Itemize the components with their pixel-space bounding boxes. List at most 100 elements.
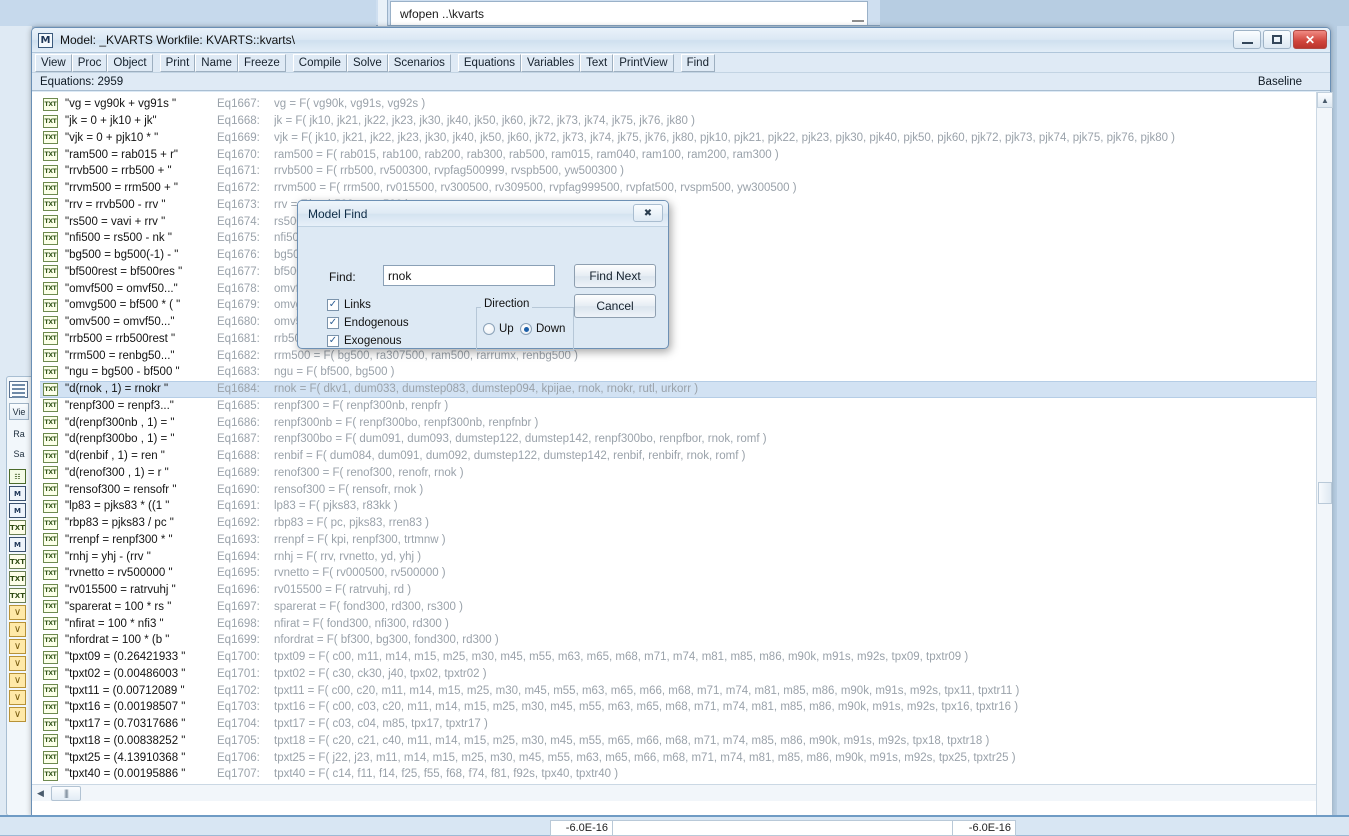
find-dialog-close-icon[interactable]: ✖ <box>633 204 663 222</box>
table-row[interactable]: TXT"rrvb500 = rrb500 + "Eq1671:rrvb500 =… <box>40 163 1316 180</box>
toolbar-button-view[interactable]: View <box>35 54 72 72</box>
table-row[interactable]: TXT"rbp83 = pjks83 / pc "Eq1692:rbp83 = … <box>40 515 1316 532</box>
horizontal-scrollbar[interactable]: ◀ ||| <box>32 784 1316 801</box>
equation-expression: rensof300 = F( rensofr, rnok ) <box>274 484 1316 496</box>
spreadsheet-icon[interactable] <box>9 381 28 398</box>
text-object-icon[interactable]: TXT <box>9 520 26 535</box>
horizontal-scroll-thumb[interactable]: ||| <box>51 786 81 801</box>
radio-direction-up[interactable]: Up <box>483 323 514 335</box>
close-button[interactable]: ✕ <box>1293 30 1327 49</box>
model-object-icon[interactable]: M <box>9 486 26 501</box>
command-line-input[interactable]: wfopen ..\kvarts <box>390 1 868 25</box>
toolbar-button-proc[interactable]: Proc <box>72 54 108 72</box>
table-row[interactable]: TXT"tpxt25 = (4.13910368 "Eq1706:tpxt25 … <box>40 749 1316 766</box>
toolbar-button-printview[interactable]: PrintView <box>613 54 673 72</box>
table-row[interactable]: TXT"rvnetto = rv500000 "Eq1695:rvnetto =… <box>40 565 1316 582</box>
equation-id: Eq1707: <box>217 768 274 780</box>
vertical-scroll-thumb[interactable] <box>1318 482 1332 504</box>
radio-direction-down[interactable]: Down <box>520 323 565 335</box>
series-object-icon[interactable]: ∨ <box>9 673 26 688</box>
table-row[interactable]: TXT"nfirat = 100 * nfi3 "Eq1698:nfirat =… <box>40 615 1316 632</box>
equation-expression: vjk = F( jk10, jk21, jk22, jk23, jk30, j… <box>274 132 1316 144</box>
equation-list[interactable]: TXT"vg = vg90k + vg91s "Eq1667:vg = F( v… <box>40 96 1316 786</box>
toolbar-button-name[interactable]: Name <box>195 54 238 72</box>
model-object-icon[interactable]: M <box>9 503 26 518</box>
text-object-icon[interactable]: TXT <box>9 571 26 586</box>
scroll-left-arrow[interactable]: ◀ <box>32 785 49 801</box>
table-row[interactable]: TXT"tpxt02 = (0.00486003 "Eq1701:tpxt02 … <box>40 666 1316 683</box>
table-row[interactable]: TXT"rs500 = vavi + rrv "Eq1674:rs500 = F… <box>40 213 1316 230</box>
checkbox-links[interactable]: ✓ Links <box>327 299 371 311</box>
table-row[interactable]: TXT"rv015500 = ratrvuhj "Eq1696:rv015500… <box>40 582 1316 599</box>
equation-expression: rnok = F( dkv1, dum033, dumstep083, dums… <box>274 383 1316 395</box>
table-row[interactable]: TXT"d(renbif , 1) = ren "Eq1688:renbif =… <box>40 448 1316 465</box>
text-object-icon: TXT <box>43 148 58 161</box>
maximize-button[interactable] <box>1263 30 1291 49</box>
series-object-icon[interactable]: ∨ <box>9 622 26 637</box>
grid-object-icon[interactable]: ☷ <box>9 469 26 484</box>
equation-name: "bg500 = bg500(-1) - " <box>65 249 217 261</box>
series-object-icon[interactable]: ∨ <box>9 656 26 671</box>
table-row[interactable]: TXT"nfi500 = rs500 - nk "Eq1675:nfi500 =… <box>40 230 1316 247</box>
toolbar-button-equations[interactable]: Equations <box>458 54 521 72</box>
table-row[interactable]: TXT"rrenpf = renpf300 * "Eq1693:rrenpf =… <box>40 532 1316 549</box>
toolbar-button-find[interactable]: Find <box>681 54 715 72</box>
table-row[interactable]: TXT"tpxt16 = (0.00198507 "Eq1703:tpxt16 … <box>40 699 1316 716</box>
vertical-scrollbar[interactable]: ▲ <box>1316 92 1332 817</box>
table-row[interactable]: TXT"nfordrat = 100 * (b "Eq1699:nfordrat… <box>40 632 1316 649</box>
toolbar-button-variables[interactable]: Variables <box>521 54 580 72</box>
find-next-button[interactable]: Find Next <box>574 264 656 288</box>
text-object-icon[interactable]: TXT <box>9 554 26 569</box>
table-row[interactable]: TXT"sparerat = 100 * rs "Eq1697:sparerat… <box>40 599 1316 616</box>
table-row[interactable]: TXT"vjk = 0 + pjk10 * "Eq1669:vjk = F( j… <box>40 130 1316 147</box>
checkbox-exogenous[interactable]: ✓ Exogenous <box>327 335 402 347</box>
table-row[interactable]: TXT"rrv = rrvb500 - rrv "Eq1673:rrv = F(… <box>40 197 1316 214</box>
table-row[interactable]: TXT"rnhj = yhj - (rrv "Eq1694:rnhj = F( … <box>40 548 1316 565</box>
table-row[interactable]: TXT"rrb500 = rrb500rest "Eq1681:rrb500 =… <box>40 331 1316 348</box>
table-row[interactable]: TXT"ngu = bg500 - bf500 "Eq1683:ngu = F(… <box>40 364 1316 381</box>
scroll-up-arrow[interactable]: ▲ <box>1317 92 1333 108</box>
toolbar-button-compile[interactable]: Compile <box>293 54 347 72</box>
table-row[interactable]: TXT"omvg500 = bf500 * ( "Eq1679:omvg500 … <box>40 297 1316 314</box>
table-row[interactable]: TXT"omv500 = omvf50..."Eq1680:omv500 = F… <box>40 314 1316 331</box>
toolbar-button-object[interactable]: Object <box>107 54 152 72</box>
toolbar-button-scenarios[interactable]: Scenarios <box>388 54 451 72</box>
model-object-icon[interactable]: M <box>9 537 26 552</box>
series-object-icon[interactable]: ∨ <box>9 707 26 722</box>
toolbar-button-freeze[interactable]: Freeze <box>238 54 286 72</box>
find-dialog-titlebar[interactable]: Model Find ✖ <box>298 201 668 227</box>
table-row[interactable]: TXT"tpxt11 = (0.00712089 "Eq1702:tpxt11 … <box>40 682 1316 699</box>
series-object-icon[interactable]: ∨ <box>9 639 26 654</box>
window-titlebar[interactable]: M Model: _KVARTS Workfile: KVARTS::kvart… <box>32 28 1330 53</box>
table-row[interactable]: TXT"lp83 = pjks83 * ((1 "Eq1691:lp83 = F… <box>40 498 1316 515</box>
table-row[interactable]: TXT"rrm500 = renbg50..."Eq1682:rrm500 = … <box>40 347 1316 364</box>
table-row[interactable]: TXT"bf500rest = bf500res "Eq1677:bf500re… <box>40 264 1316 281</box>
table-row[interactable]: TXT"tpxt17 = (0.70317686 "Eq1704:tpxt17 … <box>40 716 1316 733</box>
cancel-button[interactable]: Cancel <box>574 294 656 318</box>
toolbar-button-solve[interactable]: Solve <box>347 54 388 72</box>
series-object-icon[interactable]: ∨ <box>9 690 26 705</box>
table-row[interactable]: TXT"jk = 0 + jk10 + jk"Eq1668:jk = F( jk… <box>40 113 1316 130</box>
table-row[interactable]: TXT"d(renpf300bo , 1) = "Eq1687:renpf300… <box>40 431 1316 448</box>
find-input[interactable]: rnok <box>383 265 555 286</box>
toolbar-button-print[interactable]: Print <box>160 54 196 72</box>
table-row[interactable]: TXT"d(rnok , 1) = rnokr "Eq1684:rnok = F… <box>40 381 1316 398</box>
table-row[interactable]: TXT"tpxt18 = (0.00838252 "Eq1705:tpxt18 … <box>40 733 1316 750</box>
table-row[interactable]: TXT"d(renof300 , 1) = r "Eq1689:renof300… <box>40 465 1316 482</box>
table-row[interactable]: TXT"renpf300 = renpf3..."Eq1685:renpf300… <box>40 398 1316 415</box>
view-button[interactable]: Vie <box>9 403 29 420</box>
checkbox-endogenous[interactable]: ✓ Endogenous <box>327 317 409 329</box>
minimize-button[interactable] <box>1233 30 1261 49</box>
table-row[interactable]: TXT"rrvm500 = rrm500 + "Eq1672:rrvm500 =… <box>40 180 1316 197</box>
table-row[interactable]: TXT"rensof300 = rensofr "Eq1690:rensof30… <box>40 481 1316 498</box>
series-object-icon[interactable]: ∨ <box>9 605 26 620</box>
table-row[interactable]: TXT"d(renpf300nb , 1) = "Eq1686:renpf300… <box>40 414 1316 431</box>
toolbar-button-text[interactable]: Text <box>580 54 613 72</box>
table-row[interactable]: TXT"bg500 = bg500(-1) - "Eq1676:bg500 = … <box>40 247 1316 264</box>
table-row[interactable]: TXT"tpxt09 = (0.26421933 "Eq1700:tpxt09 … <box>40 649 1316 666</box>
table-row[interactable]: TXT"tpxt40 = (0.00195886 "Eq1707:tpxt40 … <box>40 766 1316 783</box>
table-row[interactable]: TXT"vg = vg90k + vg91s "Eq1667:vg = F( v… <box>40 96 1316 113</box>
table-row[interactable]: TXT"ram500 = rab015 + r"Eq1670:ram500 = … <box>40 146 1316 163</box>
table-row[interactable]: TXT"omvf500 = omvf50..."Eq1678:omvf500 =… <box>40 280 1316 297</box>
text-object-icon[interactable]: TXT <box>9 588 26 603</box>
